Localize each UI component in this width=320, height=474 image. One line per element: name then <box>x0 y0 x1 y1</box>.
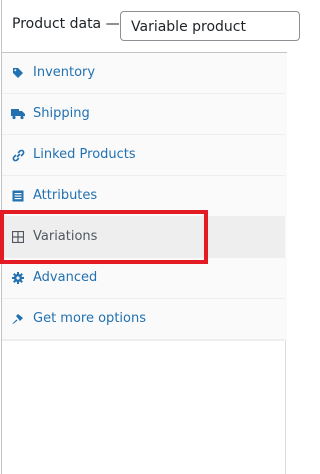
tab-variations-label: Variations <box>33 229 98 244</box>
tab-inventory-label: Inventory <box>33 65 96 80</box>
product-data-header: Product data — Variable product <box>2 0 300 53</box>
tag-icon <box>11 66 25 80</box>
truck-icon <box>11 107 25 121</box>
tab-variations[interactable]: Variations <box>2 217 285 258</box>
tab-shipping-label: Shipping <box>33 106 90 121</box>
tab-attributes[interactable]: Attributes <box>2 176 285 217</box>
tab-advanced[interactable]: Advanced <box>2 258 285 299</box>
product-data-panel: Product data — Variable product Inventor… <box>1 0 300 474</box>
tab-get-more-options-label: Get more options <box>33 311 146 326</box>
tab-get-more-options[interactable]: Get more options <box>2 299 285 340</box>
list-icon <box>11 189 25 203</box>
tab-attributes-label: Attributes <box>33 188 98 203</box>
tab-inventory[interactable]: Inventory <box>2 53 285 94</box>
tab-linked-products-label: Linked Products <box>33 147 136 162</box>
link-icon <box>11 148 25 162</box>
gear-icon <box>11 271 25 285</box>
product-type-select[interactable]: Variable product <box>120 11 300 41</box>
product-data-tabs: Inventory Shipping Linked Products Attri… <box>2 53 287 341</box>
tab-shipping[interactable]: Shipping <box>2 94 285 135</box>
plugin-icon <box>11 312 25 326</box>
tab-linked-products[interactable]: Linked Products <box>2 135 285 176</box>
tab-advanced-label: Advanced <box>33 270 98 285</box>
product-data-label: Product data — <box>12 16 120 32</box>
grid-icon <box>11 230 25 244</box>
